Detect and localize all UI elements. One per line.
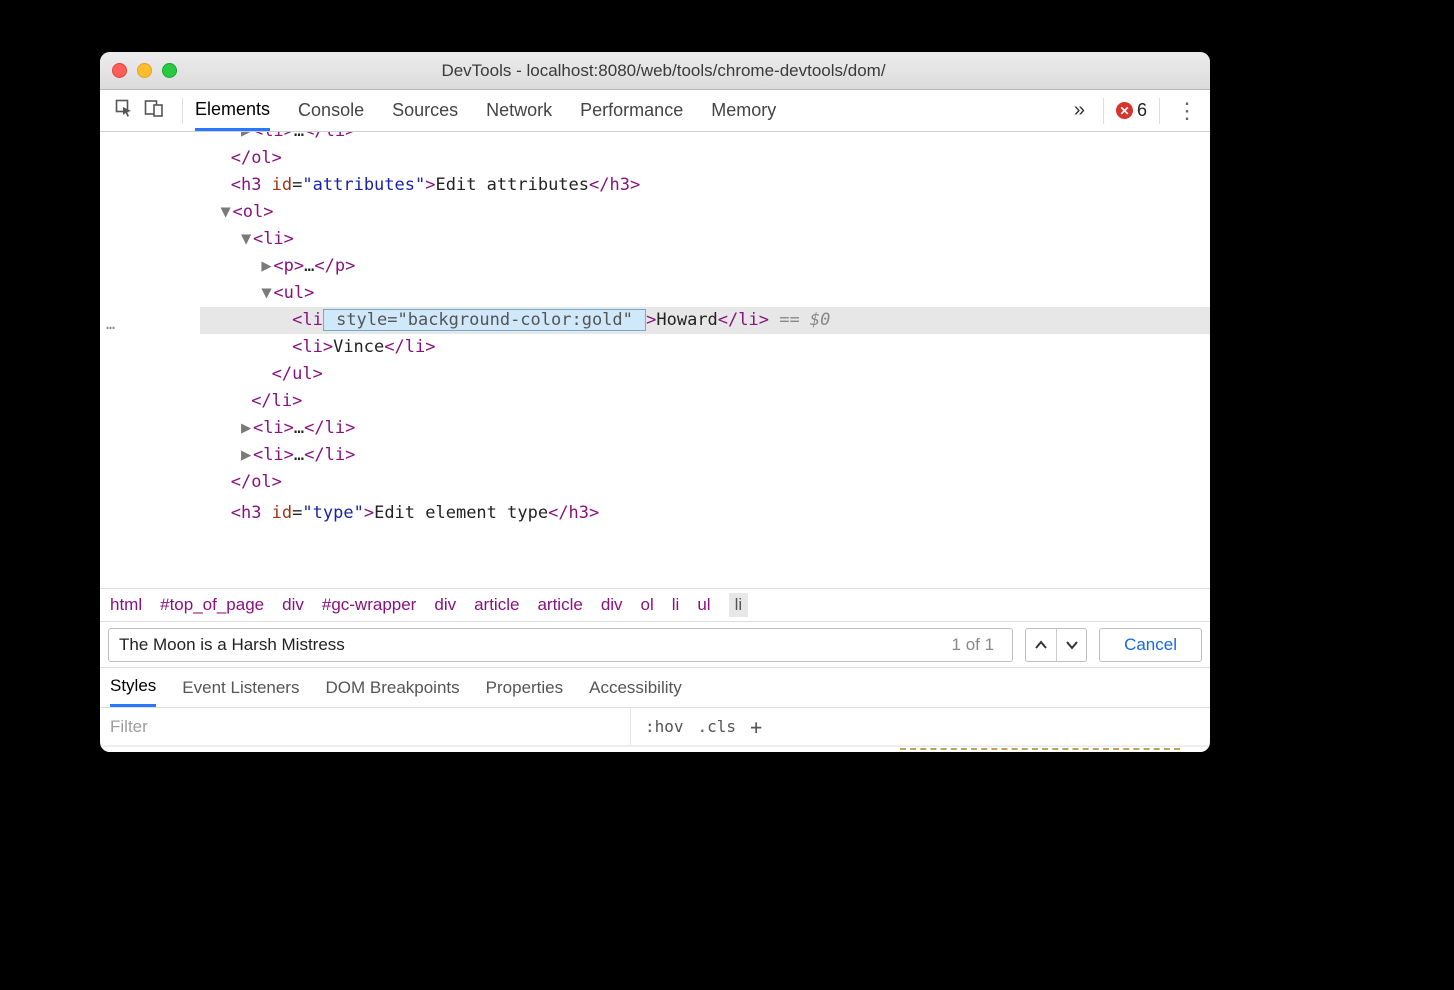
elements-dom-tree[interactable]: … ▶<li>…</li> </ol> <h3 id="attributes">… xyxy=(100,132,1210,588)
add-rule-button[interactable]: + xyxy=(750,715,762,739)
search-nav-arrows xyxy=(1025,628,1087,662)
window-titlebar: DevTools - localhost:8080/web/tools/chro… xyxy=(100,52,1210,90)
styles-subtabs: Styles Event Listeners DOM Breakpoints Prop… xyxy=(100,668,1210,708)
main-tab-memory[interactable]: Memory xyxy=(711,90,776,131)
collapsed-gutter-ellipsis: … xyxy=(106,311,115,338)
inspect-icon[interactable] xyxy=(114,98,134,123)
expand-toggle-icon[interactable]: ▶ xyxy=(241,415,253,442)
toolbar-separator xyxy=(182,98,183,124)
main-tab-elements[interactable]: Elements xyxy=(195,90,270,131)
dom-node-row[interactable]: ▼<li> xyxy=(200,226,1210,253)
main-tab-console[interactable]: Console xyxy=(298,90,364,131)
expand-toggle-icon[interactable]: ▶ xyxy=(261,253,273,280)
search-input[interactable]: The Moon is a Harsh Mistress xyxy=(119,635,952,655)
dom-node-row[interactable]: ▶<li>…</li> xyxy=(200,415,1210,442)
breadcrumb-item[interactable]: html xyxy=(110,595,142,615)
dom-node-row[interactable]: <li style="background-color:gold" >Howar… xyxy=(200,307,1210,334)
toolbar-separator xyxy=(1159,98,1160,124)
breadcrumb-item[interactable]: div xyxy=(601,595,623,615)
expand-toggle-icon[interactable]: ▼ xyxy=(241,226,253,253)
styles-content-strip xyxy=(100,746,1210,752)
dom-node-row[interactable]: ▼<ol> xyxy=(200,199,1210,226)
devtools-window: DevTools - localhost:8080/web/tools/chro… xyxy=(100,52,1210,752)
breadcrumb-item[interactable]: li xyxy=(729,593,749,617)
dom-node-row[interactable]: </ol> xyxy=(200,145,1210,172)
dom-node-row[interactable]: </li> xyxy=(200,388,1210,415)
attribute-edit-field[interactable]: style="background-color:gold" xyxy=(323,309,646,331)
breadcrumb-item[interactable]: article xyxy=(537,595,582,615)
subtab-accessibility[interactable]: Accessibility xyxy=(589,668,682,707)
kebab-menu-icon[interactable]: ⋮ xyxy=(1172,98,1202,124)
expand-toggle-icon[interactable]: ▶ xyxy=(241,442,253,469)
expand-toggle-icon[interactable]: ▼ xyxy=(261,280,273,307)
cls-toggle-button[interactable]: .cls xyxy=(698,717,737,736)
dom-node-row[interactable]: <h3 id="type">Edit element type</h3> xyxy=(200,500,1210,527)
tabs-overflow-button[interactable]: » xyxy=(1074,99,1085,122)
styles-filter-bar: :hov .cls + xyxy=(100,708,1210,746)
hov-toggle-button[interactable]: :hov xyxy=(645,717,684,736)
dom-node-row[interactable]: <li>Vince</li> xyxy=(200,334,1210,361)
breadcrumb-item[interactable]: article xyxy=(474,595,519,615)
device-toggle-icon[interactable] xyxy=(144,98,164,123)
breadcrumb-item[interactable]: div xyxy=(282,595,304,615)
expand-toggle-icon[interactable]: ▶ xyxy=(241,132,253,145)
main-tab-sources[interactable]: Sources xyxy=(392,90,458,131)
search-next-button[interactable] xyxy=(1056,629,1086,661)
dom-node-row[interactable]: ▶<li>…</li> xyxy=(200,132,1210,145)
subtab-dom-breakpoints[interactable]: DOM Breakpoints xyxy=(325,668,459,707)
dom-node-row[interactable]: <h3 id="attributes">Edit attributes</h3> xyxy=(200,172,1210,199)
dom-node-row[interactable]: </ul> xyxy=(200,361,1210,388)
styles-filter-input[interactable] xyxy=(100,717,630,737)
subtab-styles[interactable]: Styles xyxy=(110,668,156,707)
main-tab-performance[interactable]: Performance xyxy=(580,90,683,131)
subtab-event-listeners[interactable]: Event Listeners xyxy=(182,668,299,707)
breadcrumb-item[interactable]: ol xyxy=(641,595,654,615)
dom-node-row[interactable]: ▼<ul> xyxy=(200,280,1210,307)
dom-node-row[interactable]: ▶<li>…</li> xyxy=(200,442,1210,469)
style-rule-outline xyxy=(900,748,1180,750)
close-window-button[interactable] xyxy=(112,63,127,78)
main-tabs: Elements Console Sources Network Performance… xyxy=(195,90,1074,131)
expand-toggle-icon[interactable]: ▼ xyxy=(220,199,232,226)
dom-breadcrumb: html #top_of_page div #gc-wrapper div article… xyxy=(100,588,1210,622)
error-icon: ✕ xyxy=(1116,102,1133,119)
search-cancel-button[interactable]: Cancel xyxy=(1099,628,1202,662)
dom-node-row[interactable]: </ol> xyxy=(200,469,1210,496)
breadcrumb-item[interactable]: ul xyxy=(697,595,710,615)
main-toolbar: Elements Console Sources Network Performance… xyxy=(100,90,1210,132)
elements-search-bar: The Moon is a Harsh Mistress 1 of 1 Canc… xyxy=(100,622,1210,668)
breadcrumb-item[interactable]: #top_of_page xyxy=(160,595,264,615)
toolbar-separator xyxy=(1103,98,1104,124)
search-input-container: The Moon is a Harsh Mistress 1 of 1 xyxy=(108,628,1013,662)
breadcrumb-item[interactable]: li xyxy=(672,595,680,615)
subtab-properties[interactable]: Properties xyxy=(486,668,563,707)
breadcrumb-item[interactable]: #gc-wrapper xyxy=(322,595,417,615)
search-count: 1 of 1 xyxy=(952,635,995,655)
search-prev-button[interactable] xyxy=(1026,629,1056,661)
breadcrumb-item[interactable]: div xyxy=(434,595,456,615)
window-title: DevTools - localhost:8080/web/tools/chro… xyxy=(129,61,1198,81)
dom-node-row[interactable]: ▶<p>…</p> xyxy=(200,253,1210,280)
error-count: 6 xyxy=(1137,100,1147,121)
main-tab-network[interactable]: Network xyxy=(486,90,552,131)
error-count-badge[interactable]: ✕ 6 xyxy=(1116,100,1147,121)
